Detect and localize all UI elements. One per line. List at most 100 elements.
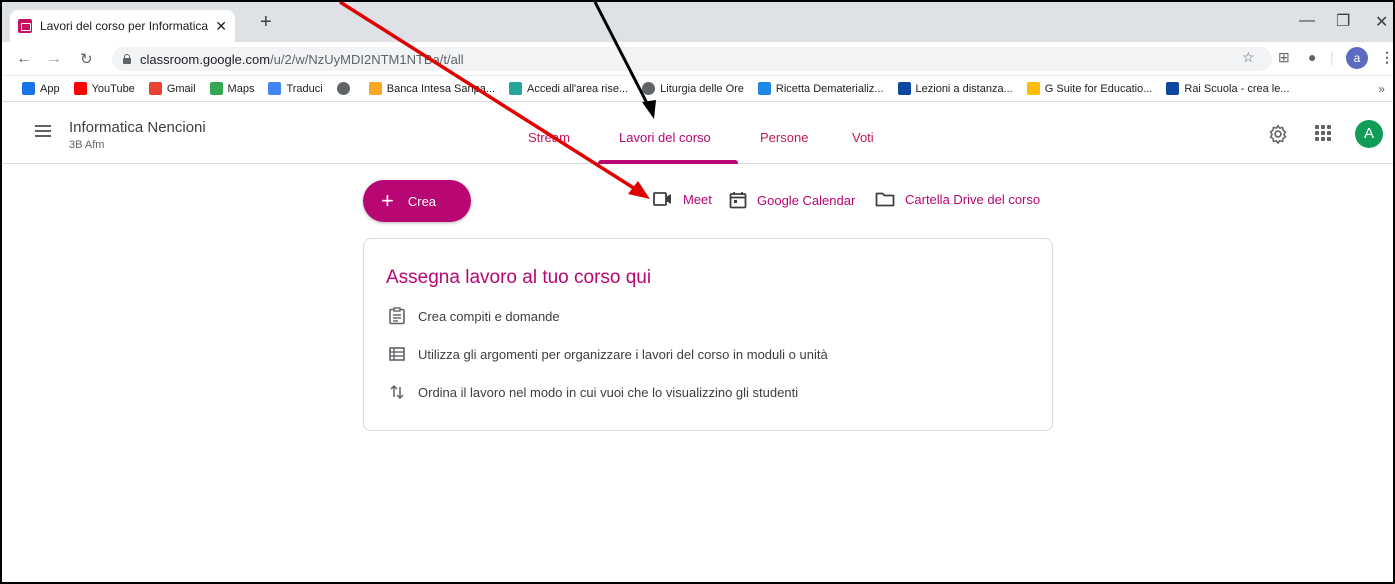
settings-gear-icon[interactable] [1268, 124, 1288, 144]
classroom-header: Informatica Nencioni 3B Afm Stream Lavor… [2, 103, 1393, 164]
bookmark-item[interactable] [336, 82, 355, 95]
browser-tab-active[interactable]: Lavori del corso per Informatica N ✕ [10, 10, 235, 42]
extensions-grid-icon[interactable]: ⊞ [1278, 49, 1290, 66]
gmail-icon [148, 82, 162, 95]
new-tab-button[interactable]: + [260, 12, 272, 32]
drive-folder-label: Cartella Drive del corso [905, 191, 1041, 207]
card-title: Assegna lavoro al tuo corso qui [386, 267, 652, 288]
bookmark-label: Gmail [166, 82, 196, 95]
bookmark-label: Banca Intesa Sanpa... [386, 82, 495, 95]
reload-icon[interactable]: ↻ [80, 50, 93, 68]
card-row-reorder: Ordina il lavoro nel modo in cui vuoi ch… [388, 383, 798, 401]
globe-icon [336, 82, 350, 95]
tab-persone[interactable]: Persone [760, 130, 808, 145]
tab-title: Lavori del corso per Informatica N [40, 19, 210, 33]
bookmark-label: Maps [227, 82, 255, 95]
bookmark-item[interactable]: Gmail [148, 82, 196, 95]
bookmark-label: YouTube [91, 82, 135, 95]
course-section: 3B Afm [69, 139, 105, 151]
classroom-favicon-icon [18, 19, 32, 33]
url-host: classroom.google.com [140, 51, 271, 67]
bookmark-item[interactable]: Traduci [268, 82, 323, 95]
card-row-topics: Utilizza gli argomenti per organizzare i… [388, 345, 828, 363]
bookmark-label: Lezioni a distanza... [915, 82, 1013, 95]
youtube-icon [73, 82, 87, 95]
bookmark-item[interactable]: Accedi all'area rise... [508, 82, 629, 95]
address-bar[interactable]: classroom.google.com /u/2/w/NzUyMDI2NTM1… [112, 47, 1272, 71]
toolbar-divider: | [1330, 49, 1334, 65]
course-name[interactable]: Informatica Nencioni [69, 119, 206, 136]
tab-voti[interactable]: Voti [852, 130, 874, 145]
bookmark-label: Traduci [286, 82, 323, 95]
tab-close-icon[interactable]: ✕ [215, 18, 227, 35]
bank-icon [368, 82, 382, 95]
screenshot-frame: Lavori del corso per Informatica N ✕ + —… [0, 0, 1395, 584]
bookmark-label: Accedi all'area rise... [526, 82, 629, 95]
bookmark-item[interactable]: Rai Scuola - crea le... [1166, 82, 1290, 95]
bookmark-item[interactable]: Lezioni a distanza... [897, 82, 1013, 95]
bookmark-item[interactable]: G Suite for Educatio... [1026, 82, 1153, 95]
meet-label: Meet [683, 191, 712, 207]
bookmark-label: Liturgia delle Ore [660, 82, 744, 95]
back-arrow-icon[interactable]: ← [16, 50, 32, 68]
bookmark-item[interactable]: Ricetta Dematerializ... [757, 82, 884, 95]
card-row-text: Utilizza gli argomenti per organizzare i… [418, 346, 828, 362]
plus-icon: + [381, 188, 394, 213]
card-row-text: Ordina il lavoro nel modo in cui vuoi ch… [418, 384, 799, 400]
minimize-icon[interactable]: — [1299, 12, 1315, 30]
bookmark-label: Ricetta Dematerializ... [775, 82, 884, 95]
google-calendar-link[interactable]: Google Calendar [729, 191, 855, 209]
bookmark-item[interactable]: Liturgia delle Ore [642, 82, 744, 95]
bookmarks-overflow-icon[interactable]: » [1378, 82, 1385, 96]
card-row-assignments: Crea compiti e domande [388, 307, 560, 325]
bookmark-item[interactable]: YouTube [73, 82, 135, 95]
empty-state-card: Assegna lavoro al tuo corso qui Crea com… [363, 238, 1053, 431]
ricetta-icon [757, 82, 771, 95]
google-apps-icon[interactable] [1315, 125, 1331, 141]
meet-link[interactable]: Meet [653, 191, 712, 207]
video-camera-icon [653, 192, 671, 206]
bookmark-item[interactable]: Banca Intesa Sanpa... [368, 82, 495, 95]
create-button-label: Crea [407, 193, 437, 209]
bookmark-label: Rai Scuola - crea le... [1184, 82, 1290, 95]
c2-icon [897, 82, 911, 95]
user-avatar[interactable]: A [1355, 120, 1383, 148]
active-tab-indicator [598, 160, 738, 164]
url-path: /u/2/w/NzUyMDI2NTM1NTBa/t/all [270, 51, 464, 67]
browser-profile-avatar[interactable]: a [1346, 47, 1368, 69]
maps-pin-icon [209, 82, 223, 95]
browser-toolbar: ← → ↻ classroom.google.com /u/2/w/NzUyMD… [2, 42, 1393, 76]
browser-tab-strip: Lavori del corso per Informatica N ✕ + —… [2, 2, 1393, 42]
create-button[interactable]: + Crea [363, 180, 471, 222]
red-arrow-head [628, 181, 650, 199]
window-close-icon[interactable]: ✕ [1375, 12, 1388, 32]
rai-icon [1166, 82, 1180, 95]
bookmark-star-icon[interactable]: ☆ [1242, 49, 1255, 66]
restore-icon[interactable]: ❐ [1336, 11, 1350, 31]
bookmark-item[interactable]: App [22, 82, 60, 95]
puzzle-icon [508, 82, 522, 95]
assignment-icon [389, 307, 405, 325]
gsuite-icon [1026, 82, 1040, 95]
extension-apple-icon[interactable]: ● [1308, 49, 1316, 65]
bookmark-label: G Suite for Educatio... [1044, 82, 1153, 95]
bookmark-label: App [40, 82, 60, 95]
tab-lavori-del-corso[interactable]: Lavori del corso [619, 130, 711, 145]
main-menu-icon[interactable] [35, 125, 51, 137]
calendar-icon [729, 192, 747, 209]
card-row-text: Crea compiti e domande [418, 308, 560, 324]
translate-icon [268, 82, 282, 95]
google-calendar-label: Google Calendar [757, 192, 856, 208]
lock-icon [122, 54, 132, 64]
globe-icon [642, 82, 656, 95]
tab-stream[interactable]: Stream [528, 130, 570, 145]
apps-grid-icon [22, 82, 35, 95]
bookmarks-bar: App YouTube Gmail Maps Traduci Banca Intesa S… [2, 76, 1393, 102]
folder-icon [875, 192, 895, 207]
browser-menu-icon[interactable]: ⋮ [1380, 49, 1393, 66]
bookmark-item[interactable]: Maps [209, 82, 255, 95]
drive-folder-link[interactable]: Cartella Drive del corso [875, 191, 1040, 207]
forward-arrow-icon[interactable]: → [46, 50, 62, 68]
reorder-arrows-icon [390, 384, 404, 400]
topic-list-icon [389, 347, 405, 361]
